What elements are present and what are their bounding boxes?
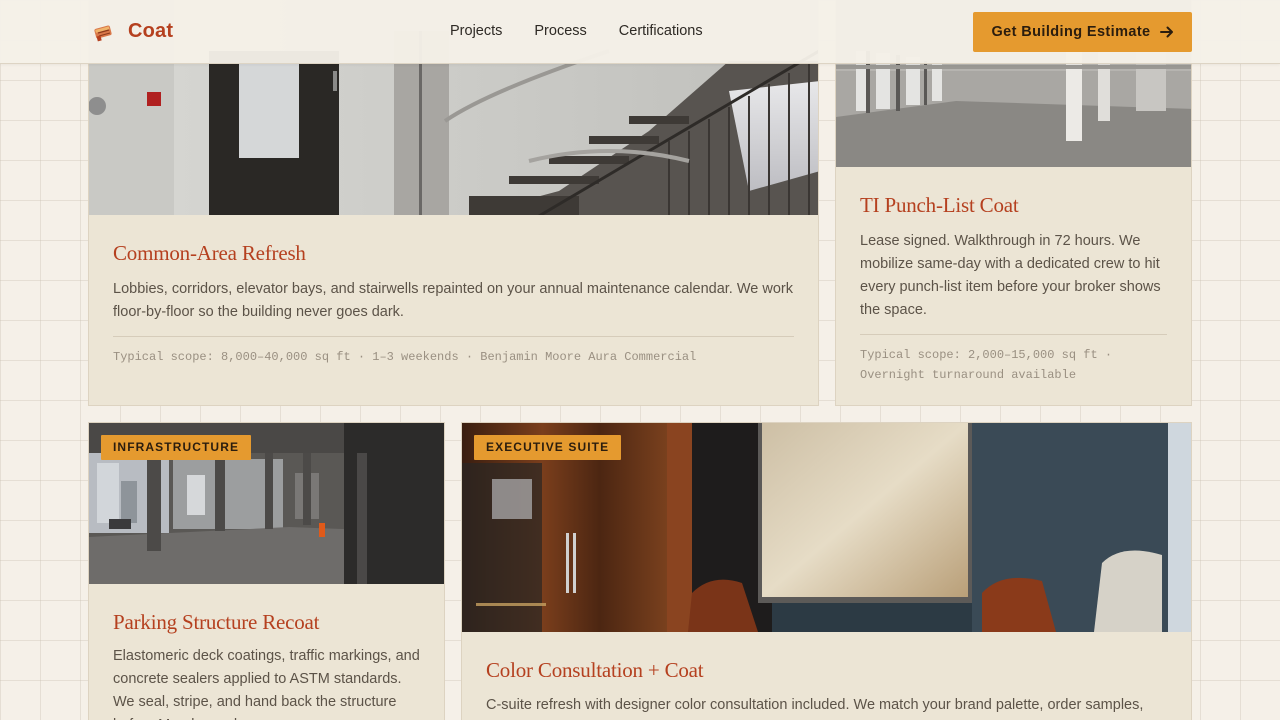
card-scope: Typical scope: 8,000–40,000 sq ft · 1–3 … — [113, 350, 697, 364]
nav-link-certifications[interactable]: Certifications — [619, 23, 703, 39]
card-body: Color Consultation + Coat C-suite refres… — [486, 658, 1167, 720]
project-card-color-consultation[interactable]: EXECUTIVE SUITE Color Consultation + Coa… — [461, 422, 1192, 720]
card-scope: Typical scope: 2,000–15,000 sq ft · Over… — [860, 348, 1113, 382]
brand-name: Coat — [128, 20, 174, 42]
card-title: Common-Area Refresh — [113, 241, 306, 265]
arrow-right-icon — [1159, 26, 1173, 38]
card-description: Lease signed. Walkthrough in 72 hours. W… — [860, 233, 1161, 318]
divider — [113, 336, 794, 337]
get-building-estimate-button[interactable]: Get Building Estimate — [973, 12, 1192, 52]
card-title: Color Consultation + Coat — [486, 658, 704, 682]
paint-roller-logo-icon — [94, 25, 112, 41]
card-body: Common-Area Refresh Lobbies, corridors, … — [113, 241, 794, 367]
card-title: Parking Structure Recoat — [113, 610, 320, 634]
card-body: Parking Structure Recoat Elastomeric dec… — [113, 610, 420, 720]
category-badge: INFRASTRUCTURE — [101, 435, 252, 460]
nav-link-projects[interactable]: Projects — [450, 23, 502, 39]
card-body: TI Punch-List Coat Lease signed. Walkthr… — [860, 193, 1167, 385]
card-title: TI Punch-List Coat — [860, 193, 1019, 217]
brand-home-link[interactable]: Coat — [93, 20, 173, 43]
nav-link-process[interactable]: Process — [534, 23, 586, 39]
project-card-parking-structure[interactable]: INFRASTRUCTURE Parking Structure Recoat … — [88, 422, 445, 720]
card-description: C-suite refresh with designer color cons… — [486, 697, 1144, 713]
main-nav: Projects Process Certifications — [450, 23, 735, 39]
card-description: Elastomeric deck coatings, traffic marki… — [113, 648, 420, 720]
card-description: Lobbies, corridors, elevator bays, and s… — [113, 281, 793, 320]
site-header: Coat Projects Process Certifications Get… — [0, 0, 1280, 64]
divider — [860, 334, 1167, 335]
cta-label: Get Building Estimate — [991, 24, 1151, 40]
category-badge: EXECUTIVE SUITE — [474, 435, 622, 460]
